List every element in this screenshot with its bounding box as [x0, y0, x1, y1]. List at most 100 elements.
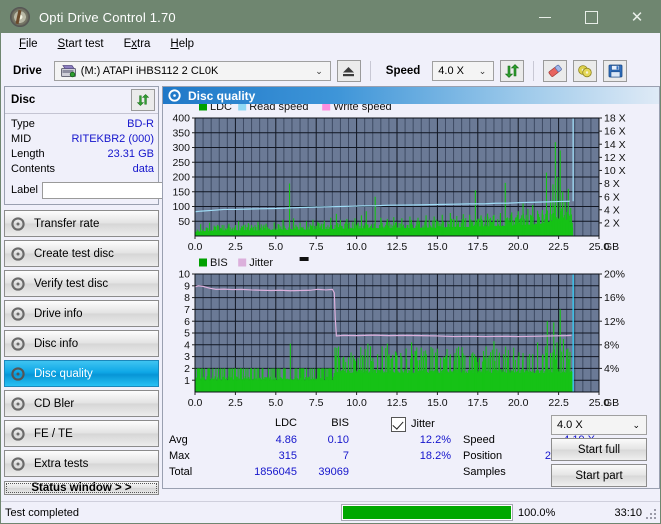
disc-tools-button[interactable] — [573, 60, 598, 82]
sidebar-item-fe-te[interactable]: FE / TE — [4, 420, 159, 447]
sidebar-item-extra-tests[interactable]: Extra tests — [4, 450, 159, 477]
jitter-avg-value: 12.2% — [419, 434, 451, 447]
refresh-icon — [505, 64, 520, 78]
disc-tools-icon — [578, 65, 592, 78]
bis-jitter-chart: 1 2 3 4 5 6 7 8 9 10 4% 8% 12% 16% 20% 0.0 2.5 5.0 7.5 10.0… — [163, 256, 659, 411]
drive-select[interactable]: (M:) ATAPI iHBS112 2 CL0K ⌄ — [53, 61, 331, 81]
jitter-label: Jitter — [411, 418, 435, 431]
svg-text:400: 400 — [172, 113, 190, 125]
sidebar-label: Verify test disc — [34, 277, 109, 290]
sidebar-item-disc-quality[interactable]: Disc quality — [4, 360, 159, 387]
svg-text:100: 100 — [172, 202, 190, 214]
speed-select[interactable]: 4.0 X ⌄ — [432, 61, 495, 81]
pane-header: Disc quality — [163, 87, 659, 105]
eject-button[interactable] — [336, 60, 361, 82]
svg-text:16%: 16% — [604, 293, 625, 305]
erase-button[interactable] — [543, 60, 568, 82]
svg-text:10: 10 — [178, 269, 190, 281]
svg-text:12%: 12% — [604, 316, 625, 328]
sidebar-item-drive-info[interactable]: Drive info — [4, 300, 159, 327]
toolbar-separator — [369, 61, 371, 81]
minimize-icon — [539, 16, 551, 18]
stats-col-bis: BIS — [331, 417, 349, 430]
svg-text:22.5: 22.5 — [548, 241, 569, 253]
svg-text:22.5: 22.5 — [548, 397, 569, 409]
minimize-button[interactable] — [522, 1, 568, 33]
drive-toolbar: Drive (M:) ATAPI iHBS112 2 CL0K ⌄ Speed — [1, 56, 660, 86]
svg-text:9: 9 — [184, 281, 190, 293]
refresh-button[interactable] — [500, 60, 525, 82]
bis-chart-svg: 12345678910 4% 8% 12% 16% 20% 0.0 2.5 5.0 7.5 10.0… — [178, 257, 625, 409]
close-button[interactable]: ✕ — [614, 1, 660, 33]
drive-value: (M:) ATAPI iHBS112 2 CL0K — [80, 65, 219, 77]
sidebar-item-disc-info[interactable]: Disc info — [4, 330, 159, 357]
menu-file[interactable]: File — [9, 35, 48, 53]
disc-row-length: Length 23.31 GB — [11, 147, 154, 162]
maximize-button[interactable] — [568, 1, 614, 33]
disc-panel-title: Disc — [11, 94, 36, 106]
app-disc-icon — [10, 7, 30, 27]
disc-verify-icon — [11, 276, 26, 291]
svg-text:200: 200 — [172, 172, 190, 184]
stats-max-bis: 7 — [342, 450, 349, 463]
disc-row-contents: Contents data — [11, 162, 154, 177]
disc-contents-value: data — [132, 163, 154, 175]
svg-text:12 X: 12 X — [604, 152, 626, 164]
progress-bar — [341, 504, 513, 521]
svg-text:7.5: 7.5 — [309, 241, 324, 253]
svg-text:5: 5 — [184, 328, 190, 340]
start-part-button[interactable]: Start part — [551, 464, 647, 488]
svg-text:8%: 8% — [604, 340, 619, 352]
jitter-checkbox[interactable] — [391, 417, 406, 433]
sidebar-item-cd-bler[interactable]: CD Bler — [4, 390, 159, 417]
test-speed-value: 4.0 X — [557, 419, 583, 432]
progress-percent: 100.0% — [518, 506, 556, 519]
svg-text:1: 1 — [184, 375, 190, 387]
disc-contents-label: Contents — [11, 163, 56, 175]
stats-avg-ldc: 4.86 — [275, 434, 297, 447]
sidebar-item-transfer-rate[interactable]: Transfer rate — [4, 210, 159, 237]
eject-icon — [343, 66, 355, 76]
menu-start-test[interactable]: Start test — [48, 35, 114, 53]
speed-value: 4.0 X — [438, 65, 464, 77]
resize-grip[interactable] — [646, 509, 657, 520]
svg-text:17.5: 17.5 — [468, 397, 489, 409]
svg-text:250: 250 — [172, 157, 190, 169]
disc-panel-header: Disc — [5, 87, 158, 114]
disc-icon — [11, 456, 26, 471]
disc-refresh-button[interactable] — [131, 89, 155, 111]
svg-text:12.5: 12.5 — [387, 241, 408, 253]
disc-mid-value: RITEKBR2 (000) — [71, 133, 154, 145]
disc-icon — [11, 426, 26, 441]
menu-extra[interactable]: Extra — [114, 35, 161, 53]
drive-icon — [60, 64, 76, 78]
save-button[interactable] — [603, 60, 628, 82]
disc-info-panel: Disc Type BD-R MID RITEKBR2 (000) Length… — [4, 86, 247, 205]
sidebar-item-create-test-disc[interactable]: Create test disc — [4, 240, 159, 267]
svg-text:GB: GB — [604, 241, 619, 253]
jitter-max-value: 18.2% — [419, 450, 451, 463]
svg-text:BIS: BIS — [210, 257, 228, 269]
start-full-button[interactable]: Start full — [551, 438, 647, 462]
svg-text:7.5: 7.5 — [309, 397, 324, 409]
sidebar-item-verify-test-disc[interactable]: Verify test disc — [4, 270, 159, 297]
svg-text:Jitter: Jitter — [249, 257, 273, 269]
test-speed-select[interactable]: 4.0 X ⌄ — [551, 415, 647, 436]
svg-text:20%: 20% — [604, 269, 625, 281]
stats-max-ldc: 315 — [278, 450, 297, 463]
drive-label: Drive — [13, 65, 42, 77]
svg-text:6: 6 — [184, 316, 190, 328]
disc-quality-icon — [11, 366, 26, 381]
menu-help[interactable]: Help — [160, 35, 204, 53]
sidebar-label: Extra tests — [34, 457, 89, 470]
svg-text:18 X: 18 X — [604, 113, 626, 125]
close-icon: ✕ — [630, 9, 644, 26]
sidebar-label: Create test disc — [34, 247, 114, 260]
svg-text:10.0: 10.0 — [346, 241, 367, 253]
disc-type-value: BD-R — [127, 118, 154, 130]
sidebar-label: Disc quality — [34, 367, 93, 380]
sidebar-label: Transfer rate — [34, 217, 100, 230]
stats-total-ldc: 1856045 — [254, 466, 297, 479]
chevron-down-icon: ⌄ — [478, 65, 487, 76]
status-window-button[interactable]: Status window > > — [4, 481, 159, 495]
